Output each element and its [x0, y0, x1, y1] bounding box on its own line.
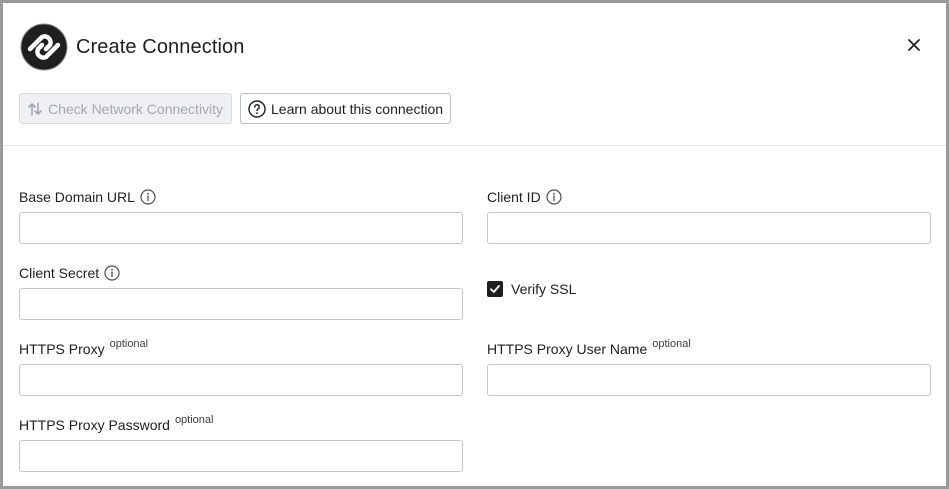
- client-secret-input[interactable]: [19, 288, 463, 320]
- learn-label: Learn about this connection: [271, 100, 444, 117]
- divider: [3, 145, 946, 146]
- info-icon[interactable]: [140, 189, 156, 205]
- info-icon[interactable]: [546, 189, 562, 205]
- https-proxy-user-name-label: HTTPS Proxy User Name optional: [487, 338, 691, 357]
- base-domain-url-label: Base Domain URL: [19, 188, 463, 206]
- check-icon: [490, 285, 500, 293]
- network-arrows-icon: [28, 101, 42, 116]
- info-icon[interactable]: [104, 265, 120, 281]
- https-proxy-input[interactable]: [19, 364, 463, 396]
- verify-ssl-label: Verify SSL: [511, 281, 577, 297]
- toolbar: Check Network Connectivity Learn about t…: [19, 93, 451, 124]
- page-title: Create Connection: [76, 35, 245, 58]
- client-secret-field: Client Secret: [19, 264, 463, 320]
- close-icon[interactable]: [906, 37, 922, 53]
- client-id-field: Client ID: [487, 188, 931, 244]
- question-circle-icon: [248, 99, 266, 118]
- connector-logo-icon: [20, 23, 68, 71]
- https-proxy-user-name-field: HTTPS Proxy User Name optional: [487, 338, 931, 396]
- client-secret-label: Client Secret: [19, 264, 463, 282]
- create-connection-dialog: Create Connection Check Network Connecti…: [0, 0, 949, 489]
- client-id-input[interactable]: [487, 212, 931, 244]
- base-domain-url-field: Base Domain URL: [19, 188, 463, 244]
- check-network-label: Check Network Connectivity: [48, 100, 224, 117]
- optional-tag: optional: [174, 414, 214, 426]
- optional-tag: optional: [652, 338, 691, 350]
- https-proxy-password-label: HTTPS Proxy Password optional: [19, 414, 214, 433]
- client-id-label: Client ID: [487, 188, 931, 206]
- verify-ssl-row: Verify SSL: [487, 281, 576, 297]
- verify-ssl-checkbox[interactable]: [487, 281, 503, 297]
- learn-about-connection-button[interactable]: Learn about this connection: [240, 93, 451, 124]
- https-proxy-field: HTTPS Proxy optional: [19, 338, 463, 396]
- https-proxy-password-field: HTTPS Proxy Password optional: [19, 414, 463, 472]
- https-proxy-user-name-input[interactable]: [487, 364, 931, 396]
- check-network-connectivity-button[interactable]: Check Network Connectivity: [19, 93, 232, 124]
- https-proxy-label: HTTPS Proxy optional: [19, 338, 149, 357]
- dialog-header: Create Connection: [20, 23, 244, 71]
- optional-tag: optional: [109, 338, 149, 350]
- https-proxy-password-input[interactable]: [19, 440, 463, 472]
- base-domain-url-input[interactable]: [19, 212, 463, 244]
